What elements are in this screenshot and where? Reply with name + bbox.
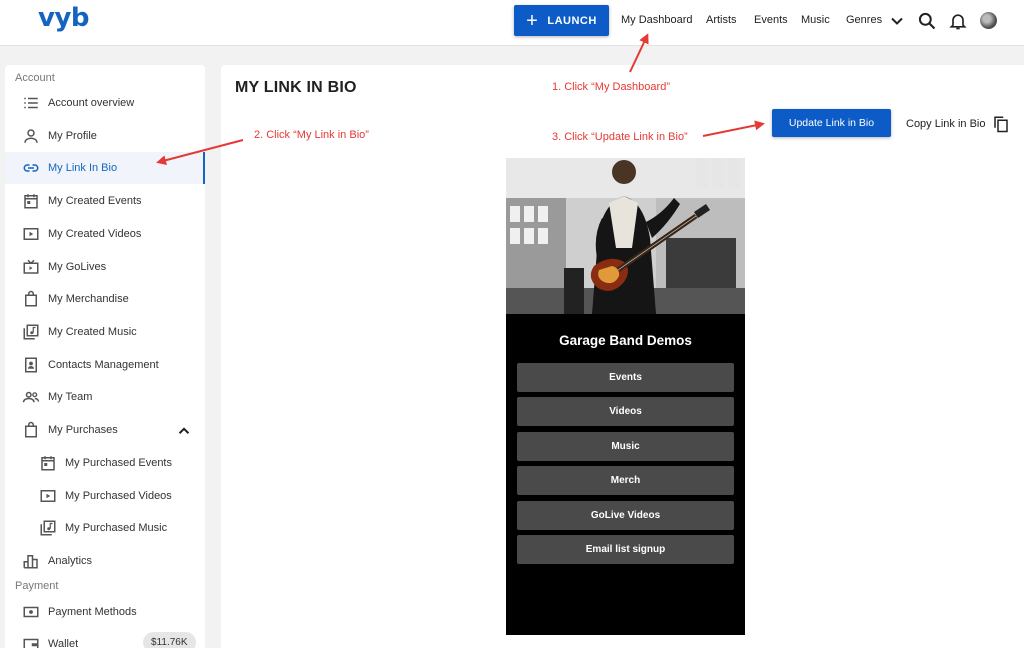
chart-icon xyxy=(20,550,42,572)
launch-button[interactable]: + LAUNCH xyxy=(514,5,609,36)
nav-genres[interactable]: Genres xyxy=(846,14,882,26)
page-title: MY LINK IN BIO xyxy=(235,79,357,96)
nav-events[interactable]: Events xyxy=(754,14,788,26)
nav-artists[interactable]: Artists xyxy=(706,14,737,26)
sidebar-item-my-purchased-videos[interactable]: My Purchased Videos xyxy=(5,480,205,512)
chevron-down-icon[interactable] xyxy=(887,11,907,31)
nav-music[interactable]: Music xyxy=(801,14,830,26)
preview-link-email-signup[interactable]: Email list signup xyxy=(517,535,734,564)
sidebar-item-wallet[interactable]: Wallet $11.76K xyxy=(5,628,205,648)
person-icon xyxy=(20,125,42,147)
sidebar-item-payment-methods[interactable]: Payment Methods xyxy=(5,596,205,628)
sidebar-item-label: Payment Methods xyxy=(48,606,137,618)
sidebar-item-my-team[interactable]: My Team xyxy=(5,381,205,413)
contact-icon xyxy=(20,354,42,376)
tv-icon xyxy=(20,256,42,278)
link-in-bio-preview: Garage Band Demos Events Videos Music Me… xyxy=(506,158,745,635)
sidebar-item-analytics[interactable]: Analytics xyxy=(5,545,205,577)
sidebar-item-label: Analytics xyxy=(48,555,93,567)
sidebar-item-my-merchandise[interactable]: My Merchandise xyxy=(5,283,205,315)
bag-icon xyxy=(20,288,42,310)
annotation-step-3: 3. Click “Update Link in Bio” xyxy=(552,131,688,143)
sidebar-item-my-golives[interactable]: My GoLives xyxy=(5,251,205,283)
sidebar-item-label: My Created Videos xyxy=(48,228,142,240)
copy-icon xyxy=(993,116,1008,133)
sidebar-item-my-purchases[interactable]: My Purchases xyxy=(5,414,205,446)
annotation-step-2: 2. Click “My Link in Bio” xyxy=(254,129,369,141)
sidebar: Account Account overview My Profile My L… xyxy=(5,65,205,648)
sidebar-item-label: Contacts Management xyxy=(48,359,159,371)
wallet-icon xyxy=(20,633,42,648)
sidebar-item-label: My Link In Bio xyxy=(48,162,118,174)
video-icon xyxy=(20,223,42,245)
sidebar-item-label: Wallet xyxy=(48,638,79,648)
music-icon xyxy=(20,321,42,343)
sidebar-item-label: My Purchased Music xyxy=(65,522,168,534)
link-icon xyxy=(20,157,42,179)
team-icon xyxy=(20,386,42,408)
preview-link-videos[interactable]: Videos xyxy=(517,397,734,426)
user-avatar[interactable] xyxy=(980,12,997,29)
sidebar-item-account-overview[interactable]: Account overview xyxy=(5,87,205,119)
sidebar-item-label: My Purchases xyxy=(48,424,118,436)
nav-my-dashboard[interactable]: My Dashboard xyxy=(621,14,693,26)
sidebar-item-label: My Created Events xyxy=(48,195,142,207)
sidebar-item-label: My Purchased Events xyxy=(65,457,172,469)
sidebar-item-label: Account overview xyxy=(48,97,135,109)
list-icon xyxy=(20,92,42,114)
plus-icon: + xyxy=(526,9,539,32)
sidebar-item-label: My Purchased Videos xyxy=(65,490,172,502)
calendar-icon xyxy=(20,190,42,212)
bell-icon[interactable] xyxy=(948,11,968,31)
vyb-logo[interactable]: vyb xyxy=(38,3,90,33)
music-icon xyxy=(37,517,59,539)
section-payment-heading: Payment xyxy=(15,580,59,592)
preview-link-music[interactable]: Music xyxy=(517,432,734,461)
sidebar-item-label: My Created Music xyxy=(48,326,137,338)
sidebar-item-my-purchased-music[interactable]: My Purchased Music xyxy=(5,512,205,544)
bag-icon xyxy=(20,419,42,441)
sidebar-item-label: My GoLives xyxy=(48,261,107,273)
sidebar-item-my-created-music[interactable]: My Created Music xyxy=(5,316,205,348)
search-icon[interactable] xyxy=(917,11,937,31)
chevron-up-icon[interactable] xyxy=(175,422,193,440)
sidebar-item-my-profile[interactable]: My Profile xyxy=(5,120,205,152)
main-panel: MY LINK IN BIO Update Link in Bio Copy L… xyxy=(221,65,1024,648)
annotation-step-1: 1. Click “My Dashboard” xyxy=(552,81,670,93)
sidebar-item-label: My Team xyxy=(48,391,93,403)
preview-link-merch[interactable]: Merch xyxy=(517,466,734,495)
sidebar-item-contacts-management[interactable]: Contacts Management xyxy=(5,349,205,381)
section-account-heading: Account xyxy=(15,72,55,84)
sidebar-item-my-purchased-events[interactable]: My Purchased Events xyxy=(5,447,205,479)
payment-icon xyxy=(20,601,42,623)
copy-label: Copy Link in Bio xyxy=(906,118,986,130)
sidebar-item-my-link-in-bio[interactable]: My Link In Bio xyxy=(5,152,205,184)
sidebar-item-my-created-videos[interactable]: My Created Videos xyxy=(5,218,205,250)
update-link-in-bio-button[interactable]: Update Link in Bio xyxy=(772,109,891,137)
band-name: Garage Band Demos xyxy=(559,333,692,348)
top-navigation-bar: vyb + LAUNCH My Dashboard Artists Events… xyxy=(0,0,1024,46)
sidebar-item-label: My Profile xyxy=(48,130,97,142)
hero-image xyxy=(506,158,745,314)
sidebar-item-label: My Merchandise xyxy=(48,293,129,305)
launch-label: LAUNCH xyxy=(547,14,597,27)
video-icon xyxy=(37,485,59,507)
sidebar-item-my-created-events[interactable]: My Created Events xyxy=(5,185,205,217)
copy-link-in-bio-button[interactable]: Copy Link in Bio xyxy=(906,112,1010,136)
wallet-balance-badge: $11.76K xyxy=(143,632,196,648)
preview-link-events[interactable]: Events xyxy=(517,363,734,392)
calendar-icon xyxy=(37,452,59,474)
preview-link-golive-videos[interactable]: GoLive Videos xyxy=(517,501,734,530)
